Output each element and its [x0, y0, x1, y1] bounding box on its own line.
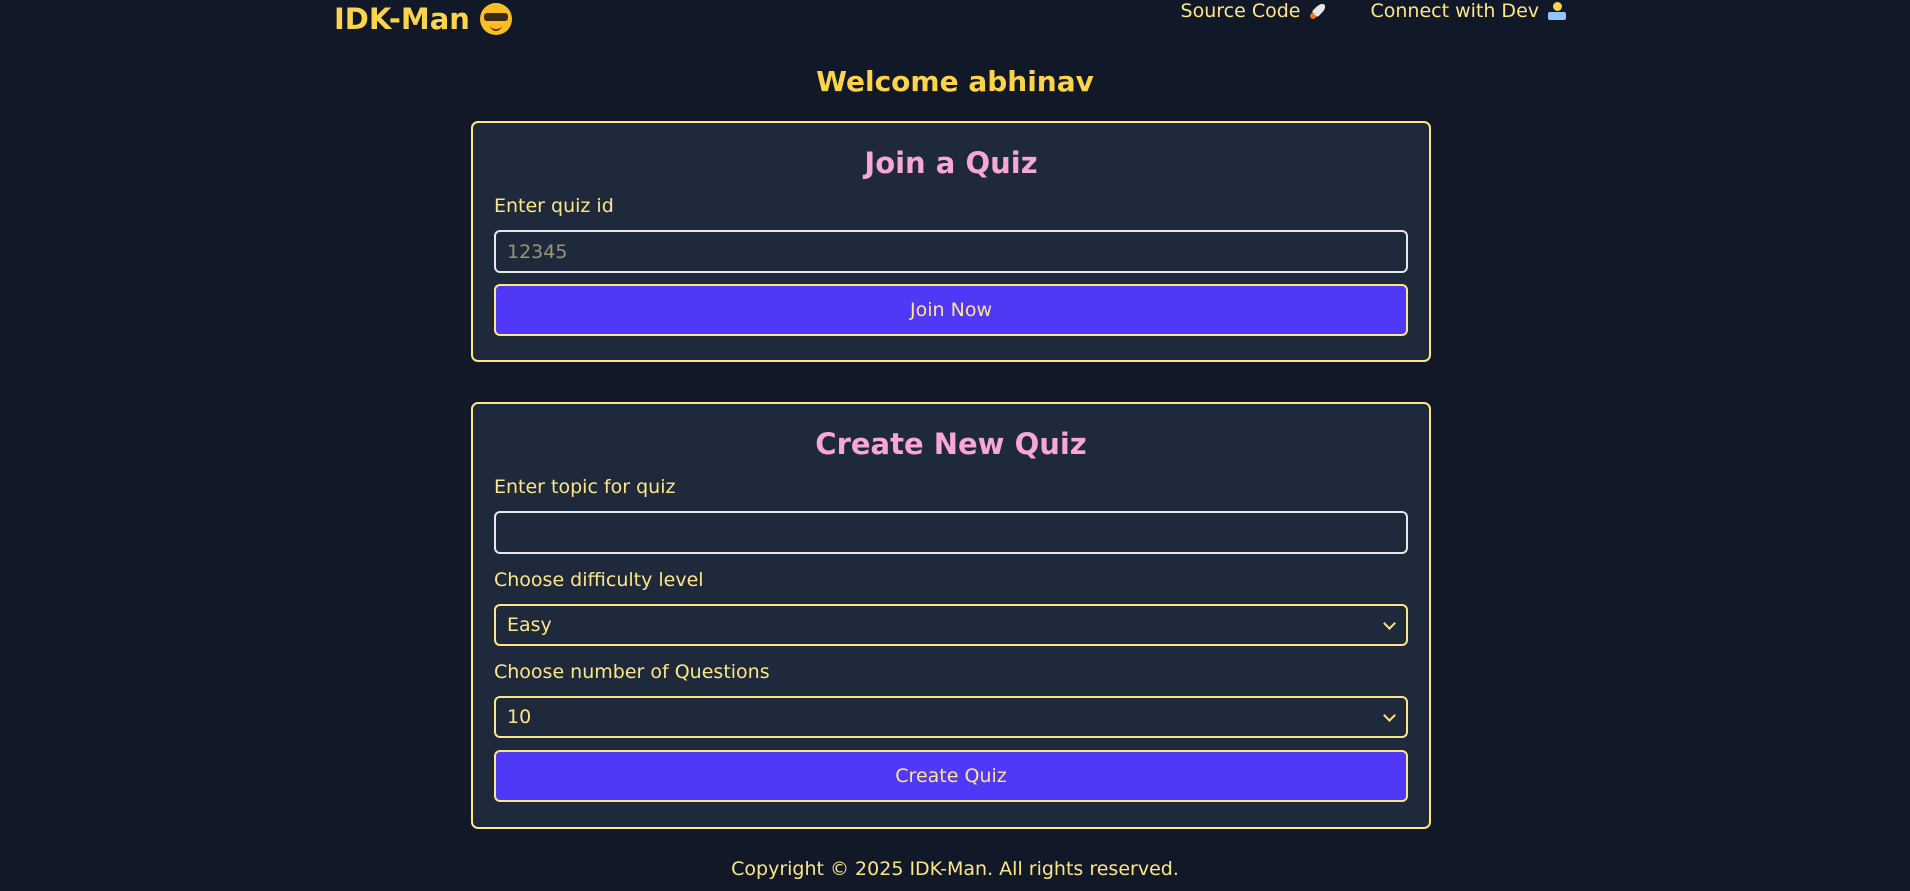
chevron-down-icon — [1383, 709, 1396, 722]
quiz-id-input[interactable] — [494, 230, 1408, 273]
welcome-heading: Welcome abhinav — [816, 65, 1094, 98]
rocket-icon — [1304, 0, 1332, 25]
chevron-down-icon — [1383, 617, 1396, 630]
footer-copyright: Copyright © 2025 IDK-Man. All rights res… — [731, 858, 1179, 880]
quiz-id-label: Enter quiz id — [494, 195, 614, 217]
page: IDK-Man Source Code Connect with Dev Wel… — [0, 0, 1910, 891]
question-count-select[interactable]: 10 — [494, 696, 1408, 738]
join-now-button[interactable]: Join Now — [494, 284, 1408, 336]
sunglasses-face-icon — [479, 3, 512, 35]
source-code-link[interactable]: Source Code — [1181, 0, 1329, 22]
connect-with-dev-label: Connect with Dev — [1370, 0, 1539, 22]
difficulty-selected-value: Easy — [507, 614, 552, 636]
topic-label: Enter topic for quiz — [494, 476, 676, 498]
source-code-label: Source Code — [1180, 0, 1301, 22]
connect-with-dev-link[interactable]: Connect with Dev — [1370, 0, 1567, 22]
topic-input[interactable] — [494, 511, 1408, 554]
join-quiz-card: Join a Quiz Enter quiz id Join Now — [471, 121, 1431, 362]
create-quiz-card: Create New Quiz Enter topic for quiz Cho… — [471, 402, 1431, 829]
create-quiz-button[interactable]: Create Quiz — [494, 750, 1408, 802]
brand-name: IDK-Man — [334, 2, 470, 36]
difficulty-label: Choose difficulty level — [494, 569, 704, 591]
brand-logo[interactable]: IDK-Man — [334, 2, 512, 36]
create-quiz-title: Create New Quiz — [815, 427, 1087, 461]
top-nav: Source Code Connect with Dev — [1181, 0, 1567, 22]
question-count-label: Choose number of Questions — [494, 661, 770, 683]
question-count-selected-value: 10 — [507, 706, 532, 728]
difficulty-select[interactable]: Easy — [494, 604, 1408, 646]
join-quiz-title: Join a Quiz — [864, 146, 1038, 180]
technologist-icon — [1547, 1, 1567, 21]
